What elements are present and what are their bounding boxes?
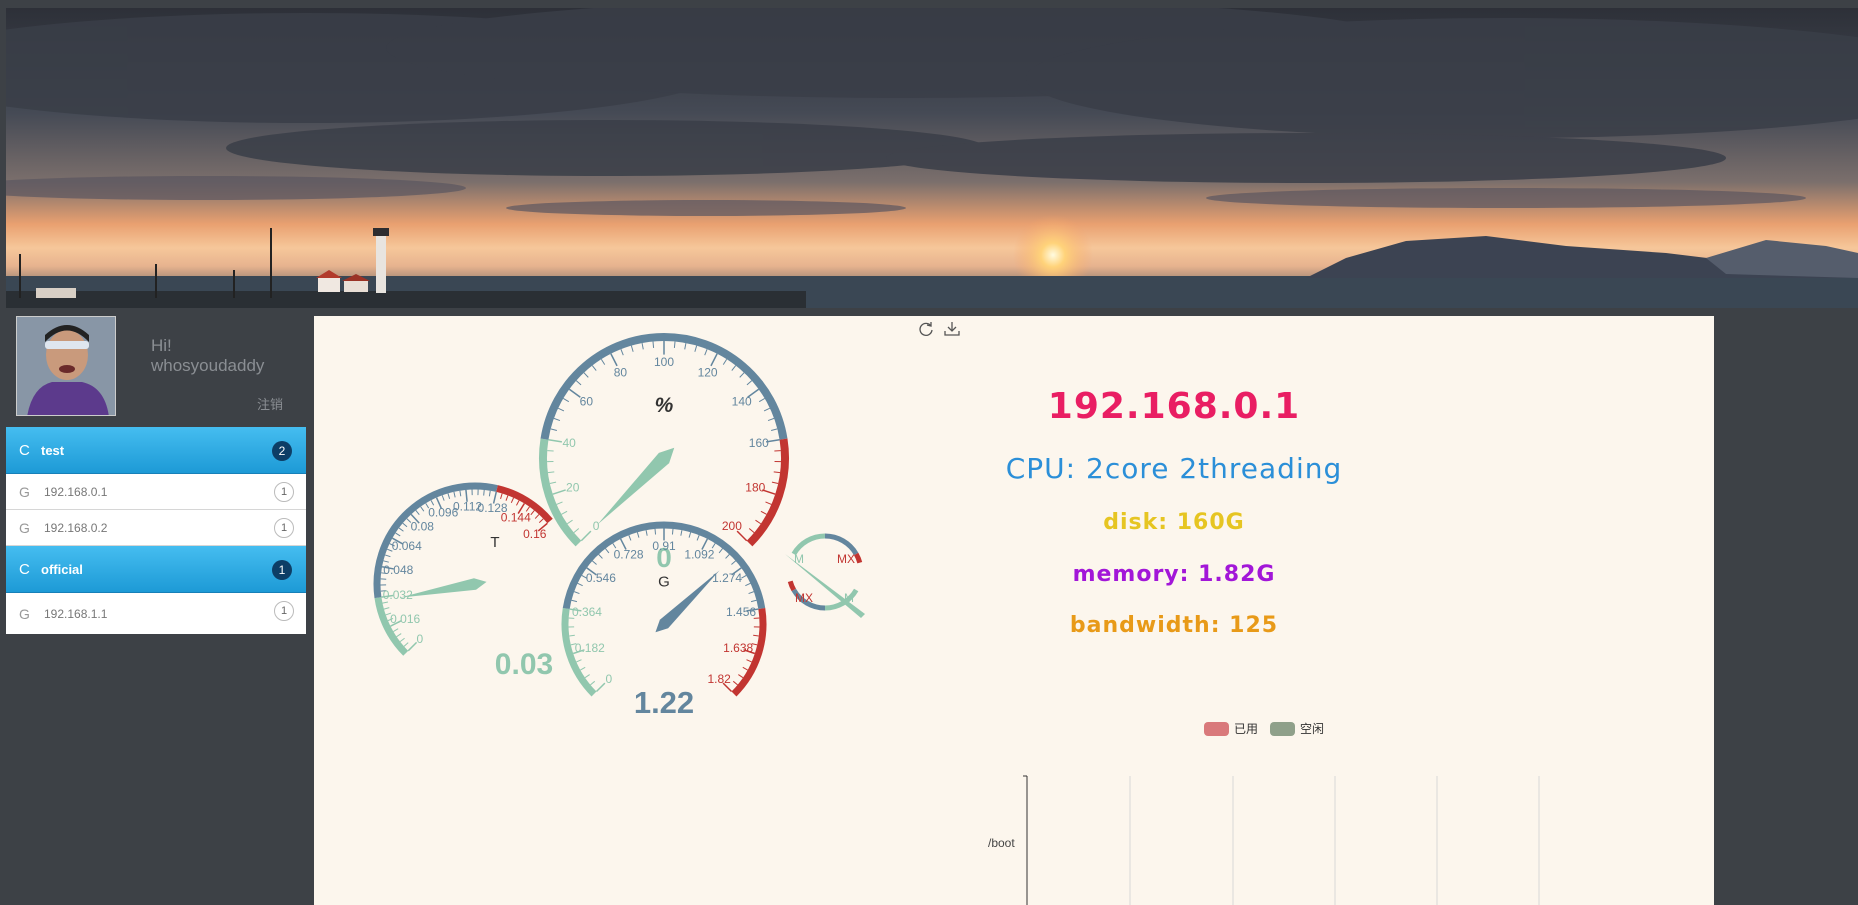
host-item-192-168-0-2[interactable]: G 192.168.0.2 1: [6, 510, 306, 546]
host-label: 192.168.0.2: [44, 520, 108, 535]
bar-category-label: /boot: [988, 836, 1015, 850]
host-icon: G: [19, 483, 30, 500]
host-group-list: C test 2 G 192.168.0.1 1 G 192.168.0.2 1…: [6, 427, 306, 634]
group-count-badge: 2: [272, 441, 292, 461]
host-icon: G: [19, 519, 30, 536]
host-count-badge: 1: [274, 601, 294, 621]
group-header-official[interactable]: C official 1: [6, 546, 306, 593]
host-count-badge: 1: [274, 518, 294, 538]
group-header-test[interactable]: C test 2: [6, 427, 306, 474]
greeting-text: Hi!: [151, 336, 172, 355]
logout-link[interactable]: 注销: [257, 394, 283, 413]
group-label: official: [41, 561, 83, 577]
host-count-badge: 1: [274, 482, 294, 502]
user-greeting: Hi! whosyoudaddy: [151, 336, 264, 376]
dashboard-panel: 0 20 40 60 80 100 120 140 160 180 200% 0 0 0.016 0.032…: [314, 316, 1714, 905]
sunset-landscape-image: [6, 8, 1858, 308]
host-label: 192.168.1.1: [44, 606, 108, 621]
disk-usage-bar-chart: [1023, 775, 1540, 905]
host-item-192-168-0-1[interactable]: G 192.168.0.1 1: [6, 474, 306, 510]
host-item-192-168-1-1[interactable]: G 192.168.1.1 1: [6, 593, 306, 634]
username: whosyoudaddy: [151, 356, 265, 375]
avatar: [16, 316, 116, 416]
group-count-badge: 1: [272, 560, 292, 580]
host-label: 192.168.0.1: [44, 484, 108, 499]
header-banner: [6, 8, 1858, 308]
group-icon: C: [19, 560, 30, 578]
user-photo: [17, 317, 115, 415]
host-icon: G: [19, 605, 30, 622]
group-icon: C: [19, 441, 30, 459]
group-label: test: [41, 442, 65, 458]
